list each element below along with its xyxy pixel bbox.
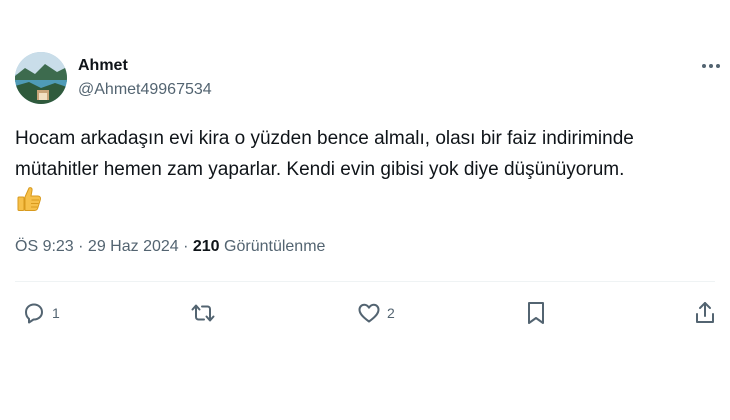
tweet-text-line: mütahitler hemen zam yaparlar. Kendi evi… (15, 159, 625, 180)
like-button[interactable]: 2 (357, 299, 395, 327)
avatar[interactable] (15, 52, 67, 104)
meta-separator: · (178, 238, 193, 255)
views-label: Görüntülenme (219, 238, 326, 255)
tweet-date[interactable]: 29 Haz 2024 (88, 238, 179, 255)
more-options-button[interactable] (698, 56, 724, 76)
emoji (15, 185, 43, 218)
heart-icon (358, 303, 380, 323)
tweet-time[interactable]: ÖS 9:23 (15, 238, 74, 255)
tweet-meta: ÖS 9:23 · 29 Haz 2024 · 210 Görüntülenme (15, 238, 325, 256)
tweet-text: Hocam arkadaşın evi kira o yüzden bence … (15, 123, 715, 185)
author-handle[interactable]: @Ahmet49967534 (78, 81, 212, 99)
bookmark-icon (528, 302, 544, 324)
more-icon (702, 64, 720, 68)
thumbs-up-icon (17, 187, 42, 211)
views-count: 210 (192, 238, 220, 255)
author-name[interactable]: Ahmet (78, 57, 128, 75)
reply-count: 1 (52, 305, 60, 321)
tweet-text-line: Hocam arkadaşın evi kira o yüzden bence … (15, 128, 634, 149)
retweet-button[interactable] (190, 299, 216, 327)
divider (15, 281, 715, 282)
like-count: 2 (387, 305, 395, 321)
share-button[interactable] (693, 299, 717, 327)
tweet-card: Ahmet @Ahmet49967534 Hocam arkadaşın evi… (0, 0, 730, 420)
bookmark-button[interactable] (525, 299, 547, 327)
share-icon (696, 302, 714, 323)
meta-separator: · (73, 238, 88, 255)
landscape-avatar-icon (15, 52, 67, 104)
reply-button[interactable]: 1 (22, 299, 60, 327)
retweet-icon (191, 304, 215, 322)
reply-icon (25, 303, 43, 324)
